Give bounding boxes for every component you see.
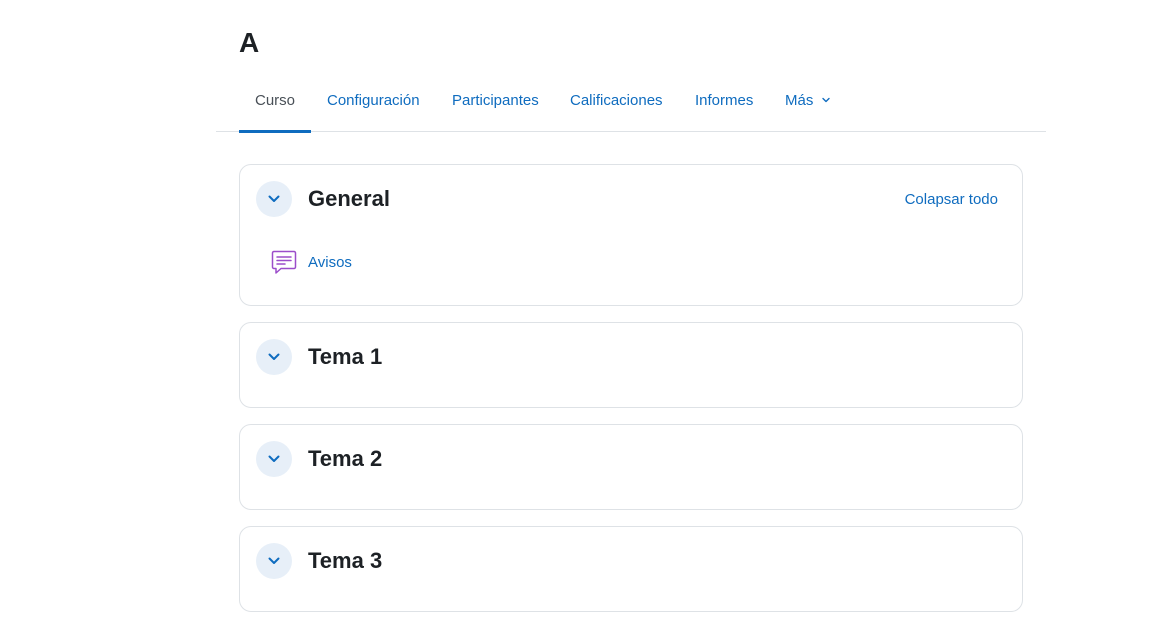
course-page: A Curso Configuración Participantes Cali…	[0, 0, 1176, 644]
section-title: Tema 1	[308, 344, 383, 369]
section-toggle-tema-3[interactable]	[256, 543, 292, 579]
section-tema-3: Tema 3	[239, 526, 1023, 612]
secondary-navigation: Curso Configuración Participantes Califi…	[216, 79, 1046, 133]
section-title: General	[308, 186, 390, 211]
section-tema-2: Tema 2	[239, 424, 1023, 510]
forum-icon	[271, 250, 297, 274]
tab-participantes[interactable]: Participantes	[452, 79, 539, 132]
chevron-down-icon	[268, 557, 280, 564]
section-title: Tema 3	[308, 548, 383, 573]
section-general: General Colapsar todo Avisos	[239, 164, 1023, 306]
tab-informes[interactable]: Informes	[695, 79, 753, 132]
chevron-down-icon	[821, 97, 830, 102]
activity-label[interactable]: Avisos	[308, 254, 352, 271]
section-toggle-general[interactable]	[256, 181, 292, 217]
section-toggle-tema-1[interactable]	[256, 339, 292, 375]
tab-curso[interactable]: Curso	[238, 79, 312, 133]
tab-calificaciones[interactable]: Calificaciones	[570, 79, 663, 132]
section-tema-1: Tema 1	[239, 322, 1023, 408]
collapse-all-link[interactable]: Colapsar todo	[905, 191, 998, 208]
chevron-down-icon	[268, 455, 280, 462]
chevron-down-icon	[268, 353, 280, 360]
section-toggle-tema-2[interactable]	[256, 441, 292, 477]
activity-avisos[interactable]: Avisos	[270, 247, 352, 277]
tab-configuracion[interactable]: Configuración	[327, 79, 420, 132]
tab-mas[interactable]: Más	[785, 79, 831, 132]
section-title: Tema 2	[308, 446, 383, 471]
tab-mas-label: Más	[785, 92, 814, 109]
chevron-down-icon	[268, 195, 280, 202]
page-title: A	[239, 27, 260, 58]
